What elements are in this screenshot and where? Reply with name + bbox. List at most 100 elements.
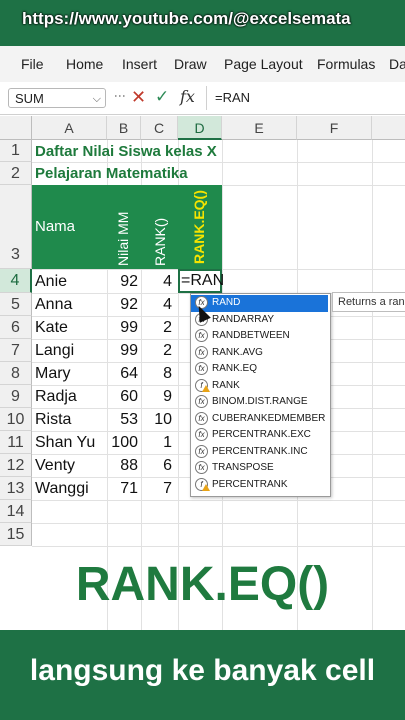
cell-name[interactable]: Wanggi — [35, 477, 89, 500]
function-icon: fx — [195, 444, 208, 458]
tab-formulas[interactable]: Formulas — [317, 56, 375, 72]
cell-rank[interactable]: 2 — [141, 316, 172, 339]
cell-rank[interactable]: 10 — [141, 408, 172, 431]
row-header-3[interactable]: 3 — [0, 185, 32, 269]
column-header-c[interactable]: C — [141, 116, 178, 140]
cell-name[interactable]: Rista — [35, 408, 71, 431]
row-header-5[interactable]: 5 — [0, 293, 32, 316]
cell-name[interactable]: Shan Yu — [35, 431, 95, 454]
cell-score[interactable]: 88 — [107, 454, 138, 477]
name-box[interactable]: SUM ⌵ — [8, 88, 106, 108]
tab-home[interactable]: Home — [66, 56, 103, 72]
row-header-14[interactable]: 14 — [0, 500, 32, 523]
cell-score[interactable]: 71 — [107, 477, 138, 500]
cell-name[interactable]: Kate — [35, 316, 68, 339]
header-rank[interactable]: RANK() — [152, 218, 168, 266]
cell-score[interactable]: 99 — [107, 339, 138, 362]
cell-score[interactable]: 92 — [107, 270, 138, 293]
autocomplete-item[interactable]: fx RANK.AVG — [191, 345, 328, 362]
autocomplete-item[interactable]: fx PERCENTRANK.INC — [191, 444, 328, 461]
grid-line — [32, 546, 405, 547]
cancel-icon[interactable]: ✕ — [131, 87, 146, 108]
autocomplete-label: PERCENTRANK.EXC — [212, 429, 311, 440]
autocomplete-item[interactable]: fx BINOM.DIST.RANGE — [191, 394, 328, 411]
autocomplete-label: PERCENTRANK — [212, 478, 288, 490]
cell-rank[interactable]: 4 — [141, 270, 172, 293]
cell-rank[interactable]: 6 — [141, 454, 172, 477]
autocomplete-item[interactable]: fx RANDBETWEEN — [191, 328, 328, 345]
tab-file[interactable]: File — [21, 56, 44, 72]
tab-insert[interactable]: Insert — [122, 56, 157, 72]
enter-check-icon[interactable]: ✓ — [155, 87, 169, 107]
function-autocomplete: fx RAND fx RANDARRAY fx RANDBETWEEN fx R… — [190, 293, 331, 497]
function-icon: fx — [195, 362, 208, 375]
cell-rank[interactable]: 7 — [141, 477, 172, 500]
column-header-b[interactable]: B — [107, 116, 141, 140]
row-header-11[interactable]: 11 — [0, 431, 32, 454]
column-header-d[interactable]: D — [178, 116, 222, 140]
row-header-15[interactable]: 15 — [0, 523, 32, 546]
autocomplete-label: TRANSPOSE — [212, 462, 274, 473]
tab-data[interactable]: Da — [389, 56, 405, 72]
title-bar: https://www.youtube.com/@excelsemata — [0, 0, 405, 46]
cell-score[interactable]: 99 — [107, 316, 138, 339]
function-icon: fx — [195, 345, 208, 359]
row-header-1[interactable]: 1 — [0, 140, 32, 162]
row-header-6[interactable]: 6 — [0, 316, 32, 339]
autocomplete-item[interactable]: fx PERCENTRANK.EXC — [191, 427, 328, 444]
cell-rank[interactable]: 9 — [141, 385, 172, 408]
cell-rank[interactable]: 8 — [141, 362, 172, 385]
sheet-title[interactable]: Daftar Nilai Siswa kelas X — [35, 140, 217, 163]
autocomplete-item[interactable]: f PERCENTRANK — [191, 477, 328, 494]
cell-score[interactable]: 64 — [107, 362, 138, 385]
row-header-2[interactable]: 2 — [0, 162, 32, 185]
cell-rank[interactable]: 2 — [141, 339, 172, 362]
tab-draw[interactable]: Draw — [174, 56, 207, 72]
cell-score[interactable]: 92 — [107, 293, 138, 316]
cell-rank[interactable]: 4 — [141, 293, 172, 316]
autocomplete-item[interactable]: f RANK — [191, 378, 328, 395]
more-options-icon[interactable]: ⋮ — [113, 90, 127, 100]
chevron-down-icon[interactable]: ⌵ — [93, 89, 101, 109]
cell-name[interactable]: Anie — [35, 270, 67, 293]
select-all-corner[interactable] — [0, 116, 32, 140]
cell-name[interactable]: Mary — [35, 362, 71, 385]
column-header-g[interactable] — [372, 116, 405, 140]
row-header-4[interactable]: 4 — [0, 269, 32, 293]
row-header-9[interactable]: 9 — [0, 385, 32, 408]
column-header-f[interactable]: F — [297, 116, 372, 140]
autocomplete-item[interactable]: fx CUBERANKEDMEMBER — [191, 411, 328, 428]
cell-name[interactable]: Venty — [35, 454, 75, 477]
cell-score[interactable]: 53 — [107, 408, 138, 431]
bottom-banner: langsung ke banyak cell — [0, 630, 405, 720]
tab-page-layout[interactable]: Page Layout — [224, 56, 303, 72]
header-nilai[interactable]: Nilai MM — [115, 212, 131, 266]
autocomplete-label: RAND — [212, 297, 241, 308]
autocomplete-item[interactable]: fx RANDARRAY — [191, 312, 328, 329]
cell-score[interactable]: 100 — [107, 431, 138, 454]
row-header-7[interactable]: 7 — [0, 339, 32, 362]
column-header-e[interactable]: E — [222, 116, 297, 140]
row-header-8[interactable]: 8 — [0, 362, 32, 385]
row-header-13[interactable]: 13 — [0, 477, 32, 500]
header-nama[interactable]: Nama — [35, 218, 75, 235]
function-icon: fx — [195, 428, 208, 441]
autocomplete-item[interactable]: fx RAND — [191, 295, 328, 312]
cell-name[interactable]: Anna — [35, 293, 72, 316]
cell-rank[interactable]: 1 — [141, 431, 172, 454]
name-box-value: SUM — [15, 91, 44, 106]
cell-name[interactable]: Radja — [35, 385, 77, 408]
formula-input[interactable]: =RAN — [206, 86, 405, 110]
column-header-a[interactable]: A — [32, 116, 107, 140]
row-header-10[interactable]: 10 — [0, 408, 32, 431]
cell-name[interactable]: Langi — [35, 339, 74, 362]
cell-score[interactable]: 60 — [107, 385, 138, 408]
autocomplete-item[interactable]: fx TRANSPOSE — [191, 460, 328, 477]
row-header-12[interactable]: 12 — [0, 454, 32, 477]
sheet-subtitle[interactable]: Pelajaran Matematika — [35, 162, 188, 185]
autocomplete-label: RANDARRAY — [212, 313, 275, 325]
compatibility-warning-icon — [202, 483, 210, 491]
autocomplete-item[interactable]: fx RANK.EQ — [191, 361, 328, 378]
header-rank-eq[interactable]: RANK.EQ() — [191, 190, 207, 264]
insert-function-icon[interactable]: fx — [180, 87, 195, 106]
